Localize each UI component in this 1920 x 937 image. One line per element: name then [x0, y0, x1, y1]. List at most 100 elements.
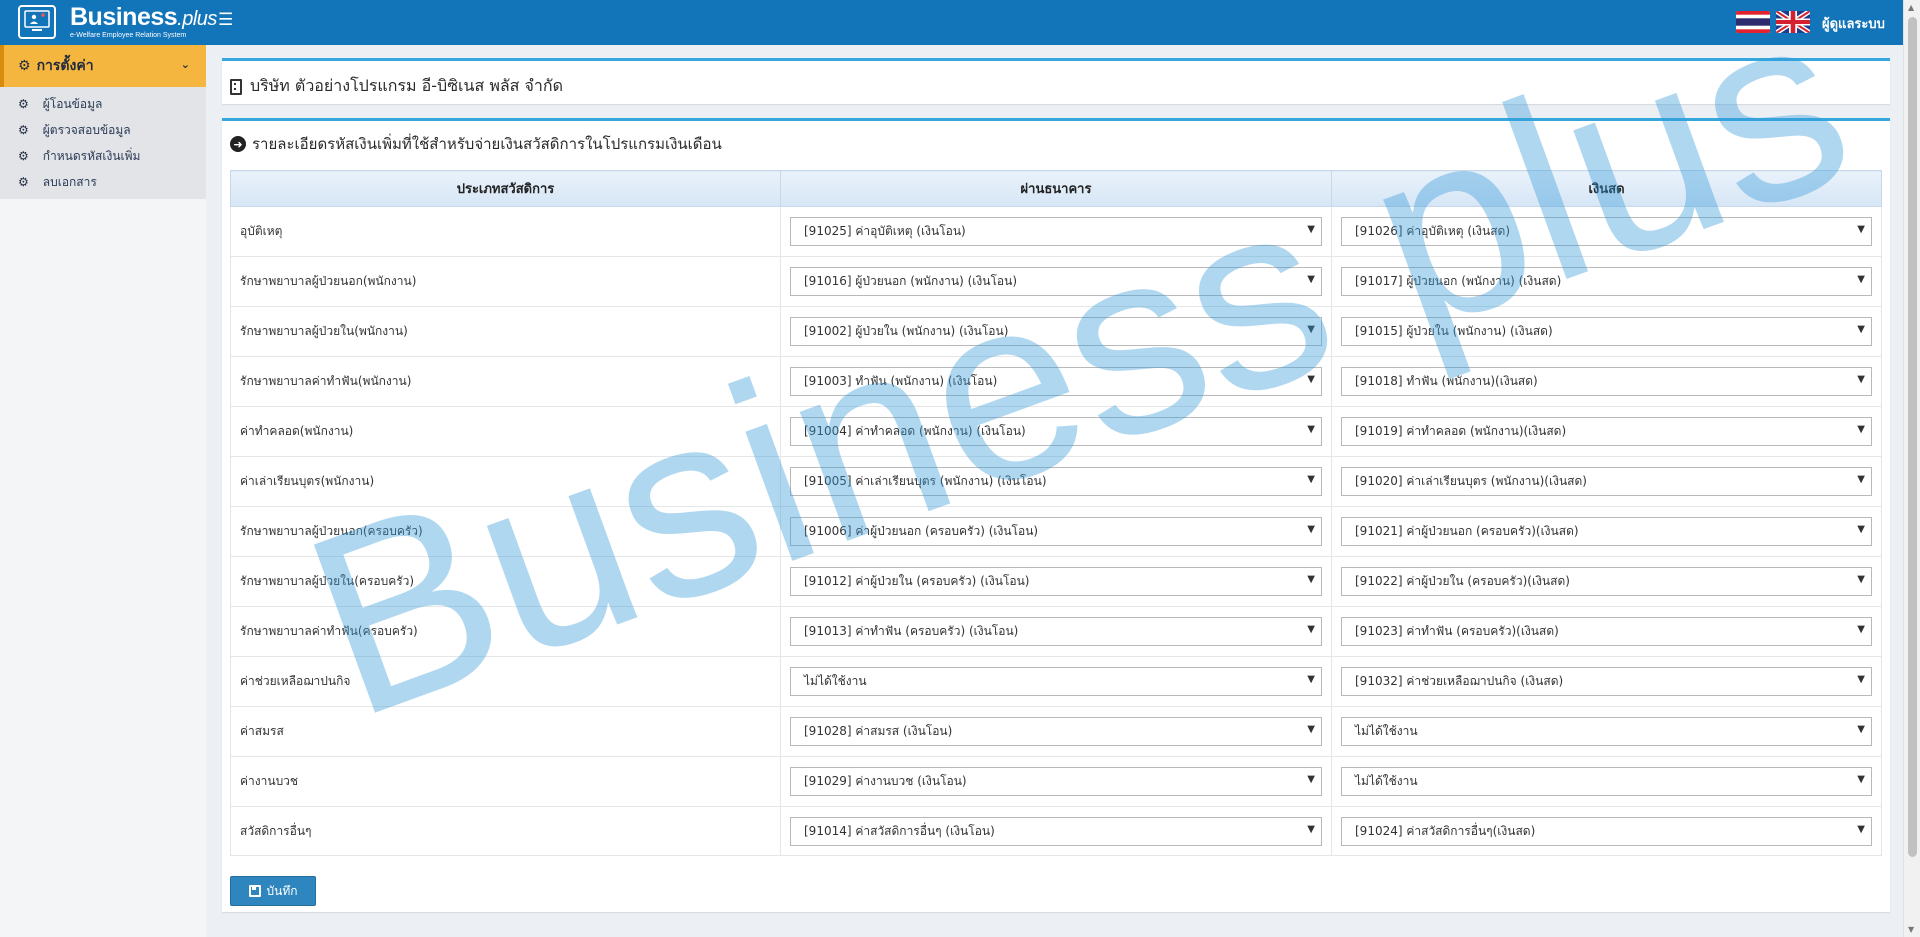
hamburger-menu-icon[interactable]: ☰ — [218, 11, 234, 29]
cash-code-select[interactable]: [91017] ผู้ป่วยนอก (พนักงาน) (เงินสด) ▼ — [1341, 267, 1872, 296]
welfare-type-cell: รักษาพยาบาลผู้ป่วยใน(พนักงาน) — [230, 306, 781, 357]
company-title: บริษัท ตัวอย่างโปรแกรม อี-บิซิเนส พลัส จ… — [230, 74, 563, 99]
cash-code-select[interactable]: [91023] ค่าทำฟัน (ครอบครัว)(เงินสด) ▼ — [1341, 617, 1872, 646]
cash-code-select[interactable]: [91020] ค่าเล่าเรียนบุตร (พนักงาน)(เงินส… — [1341, 467, 1872, 496]
bank-code-cell: [91012] ค่าผู้ป่วยใน (ครอบครัว) (เงินโอน… — [780, 556, 1332, 607]
table-row: ค่าเล่าเรียนบุตร(พนักงาน) [91005] ค่าเล่า… — [230, 456, 1882, 507]
company-name: บริษัท ตัวอย่างโปรแกรม อี-บิซิเนส พลัส จ… — [250, 76, 563, 95]
welfare-type-cell: อุบัติเหตุ — [230, 206, 781, 257]
gear-icon: ⚙ — [18, 97, 29, 111]
section-title-text: รายละเอียดรหัสเงินเพิ่มที่ใช้สำหรับจ่ายเ… — [252, 135, 722, 153]
cash-code-select[interactable]: ไม่ได้ใช้งาน ▼ — [1341, 767, 1872, 796]
welfare-type-cell: รักษาพยาบาลค่าทำฟัน(ครอบครัว) — [230, 606, 781, 657]
cash-code-select[interactable]: [91026] ค่าอุบัติเหตุ (เงินสด) ▼ — [1341, 217, 1872, 246]
selected-value: [91014] ค่าสวัสดิการอื่นๆ (เงินโอน) — [804, 823, 995, 838]
uk-flag-icon[interactable] — [1776, 11, 1810, 33]
scroll-up-arrow-icon[interactable]: ▲ — [1908, 3, 1914, 12]
dropdown-caret-icon: ▼ — [1307, 624, 1315, 635]
cash-code-cell: [91019] ค่าทำคลอด (พนักงาน)(เงินสด) ▼ — [1331, 406, 1882, 457]
selected-value: [91016] ผู้ป่วยนอก (พนักงาน) (เงินโอน) — [804, 274, 1017, 288]
cash-code-cell: [91020] ค่าเล่าเรียนบุตร (พนักงาน)(เงินส… — [1331, 456, 1882, 507]
dropdown-caret-icon: ▼ — [1857, 224, 1865, 235]
selected-value: [91017] ผู้ป่วยนอก (พนักงาน) (เงินสด) — [1355, 274, 1562, 288]
cash-code-select[interactable]: [91022] ค่าผู้ป่วยใน (ครอบครัว)(เงินสด) ▼ — [1341, 567, 1872, 596]
top-header: Business.plus e-Welfare Employee Relatio… — [0, 0, 1920, 45]
dropdown-caret-icon: ▼ — [1857, 324, 1865, 335]
selected-value: [91003] ทำฟัน (พนักงาน) (เงินโอน) — [804, 374, 998, 388]
selected-value: [91024] ค่าสวัสดิการอื่นๆ(เงินสด) — [1355, 823, 1536, 838]
selected-value: [91026] ค่าอุบัติเหตุ (เงินสด) — [1355, 224, 1510, 238]
bank-code-select[interactable]: [91006] ค่าผู้ป่วยนอก (ครอบครัว) (เงินโอ… — [790, 517, 1322, 546]
bank-code-cell: ไม่ได้ใช้งาน ▼ — [780, 656, 1332, 707]
welfare-type-cell: รักษาพยาบาลผู้ป่วยใน(ครอบครัว) — [230, 556, 781, 607]
sidebar-section-settings[interactable]: ⚙ การตั้งค่า ⌄ — [0, 45, 206, 87]
welfare-pay-code-table: ประเภทสวัสดิการ ผ่านธนาคาร เงินสด อุบัติ… — [230, 170, 1882, 856]
table-row: สวัสดิการอื่นๆ [91014] ค่าสวัสดิการอื่นๆ … — [230, 806, 1882, 856]
section-title: ➜ รายละเอียดรหัสเงินเพิ่มที่ใช้สำหรับจ่า… — [230, 132, 722, 156]
bank-code-cell: [91002] ผู้ป่วยใน (พนักงาน) (เงินโอน) ▼ — [780, 306, 1332, 357]
bank-code-select[interactable]: [91028] ค่าสมรส (เงินโอน) ▼ — [790, 717, 1322, 746]
thai-flag-icon[interactable] — [1736, 11, 1770, 33]
cogs-icon: ⚙ — [18, 58, 31, 74]
table-row: รักษาพยาบาลค่าทำฟัน(ครอบครัว) [91013] ค่า… — [230, 606, 1882, 657]
selected-value: [91023] ค่าทำฟัน (ครอบครัว)(เงินสด) — [1355, 624, 1559, 638]
bank-code-select[interactable]: ไม่ได้ใช้งาน ▼ — [790, 667, 1322, 696]
bank-code-select[interactable]: [91002] ผู้ป่วยใน (พนักงาน) (เงินโอน) ▼ — [790, 317, 1322, 346]
cash-code-select[interactable]: [91019] ค่าทำคลอด (พนักงาน)(เงินสด) ▼ — [1341, 417, 1872, 446]
sidebar-section-label: การตั้งค่า — [36, 58, 94, 74]
sidebar-item-label: ลบเอกสาร — [42, 174, 97, 189]
sidebar-item-delete-documents[interactable]: ⚙ ลบเอกสาร — [0, 169, 206, 195]
user-menu[interactable]: ผู้ดูแลระบบ — [1822, 13, 1885, 34]
selected-value: [91018] ทำฟัน (พนักงาน)(เงินสด) — [1355, 374, 1538, 388]
logo-title: Business.plus — [70, 3, 217, 31]
sidebar-item-label: ผู้โอนข้อมูล — [42, 96, 103, 111]
selected-value: [91002] ผู้ป่วยใน (พนักงาน) (เงินโอน) — [804, 324, 1009, 338]
selected-value: [91012] ค่าผู้ป่วยใน (ครอบครัว) (เงินโอน… — [804, 574, 1030, 588]
column-header-cash: เงินสด — [1331, 170, 1882, 207]
table-row: รักษาพยาบาลผู้ป่วยนอก(ครอบครัว) [91006] ค… — [230, 506, 1882, 557]
table-header-row: ประเภทสวัสดิการ ผ่านธนาคาร เงินสด — [230, 170, 1882, 207]
cash-code-cell: [91018] ทำฟัน (พนักงาน)(เงินสด) ▼ — [1331, 356, 1882, 407]
bank-code-select[interactable]: [91029] ค่างานบวช (เงินโอน) ▼ — [790, 767, 1322, 796]
welfare-type-cell: สวัสดิการอื่นๆ — [230, 806, 781, 856]
logo-monitor-icon — [18, 5, 56, 39]
cash-code-select[interactable]: ไม่ได้ใช้งาน ▼ — [1341, 717, 1872, 746]
app-logo[interactable]: Business.plus e-Welfare Employee Relatio… — [18, 4, 217, 40]
table-row: ค่างานบวช [91029] ค่างานบวช (เงินโอน) ▼ ไม่… — [230, 756, 1882, 807]
bank-code-select[interactable]: [91004] ค่าทำคลอด (พนักงาน) (เงินโอน) ▼ — [790, 417, 1322, 446]
cash-code-select[interactable]: [91024] ค่าสวัสดิการอื่นๆ(เงินสด) ▼ — [1341, 816, 1872, 846]
cash-code-select[interactable]: [91021] ค่าผู้ป่วยนอก (ครอบครัว)(เงินสด)… — [1341, 517, 1872, 546]
bank-code-select[interactable]: [91013] ค่าทำฟัน (ครอบครัว) (เงินโอน) ▼ — [790, 617, 1322, 646]
bank-code-select[interactable]: [91025] ค่าอุบัติเหตุ (เงินโอน) ▼ — [790, 217, 1322, 246]
bank-code-select[interactable]: [91014] ค่าสวัสดิการอื่นๆ (เงินโอน) ▼ — [790, 816, 1322, 846]
bank-code-select[interactable]: [91003] ทำฟัน (พนักงาน) (เงินโอน) ▼ — [790, 367, 1322, 396]
bank-code-select[interactable]: [91005] ค่าเล่าเรียนบุตร (พนักงาน) (เงิน… — [790, 467, 1322, 496]
table-row: รักษาพยาบาลผู้ป่วยใน(ครอบครัว) [91012] ค่… — [230, 556, 1882, 607]
bank-code-select[interactable]: [91016] ผู้ป่วยนอก (พนักงาน) (เงินโอน) ▼ — [790, 267, 1322, 296]
cash-code-cell: [91024] ค่าสวัสดิการอื่นๆ(เงินสด) ▼ — [1331, 806, 1882, 856]
dropdown-caret-icon: ▼ — [1307, 274, 1315, 285]
bank-code-cell: [91013] ค่าทำฟัน (ครอบครัว) (เงินโอน) ▼ — [780, 606, 1332, 657]
table-row: รักษาพยาบาลผู้ป่วยใน(พนักงาน) [91002] ผู้… — [230, 306, 1882, 357]
welfare-type-cell: ค่าทำคลอด(พนักงาน) — [230, 406, 781, 457]
dropdown-caret-icon: ▼ — [1307, 823, 1315, 835]
bank-code-select[interactable]: [91012] ค่าผู้ป่วยใน (ครอบครัว) (เงินโอน… — [790, 567, 1322, 596]
scrollbar-thumb[interactable] — [1908, 17, 1917, 857]
welfare-type-cell: รักษาพยาบาลผู้ป่วยนอก(ครอบครัว) — [230, 506, 781, 557]
cash-code-cell: [91017] ผู้ป่วยนอก (พนักงาน) (เงินสด) ▼ — [1331, 256, 1882, 307]
sidebar-item-additional-pay-codes[interactable]: ⚙ กำหนดรหัสเงินเพิ่ม — [0, 143, 206, 169]
page-scrollbar[interactable]: ▲ ▼ — [1903, 0, 1920, 937]
save-button[interactable]: บันทึก — [230, 876, 316, 906]
cash-code-select[interactable]: [91015] ผู้ป่วยใน (พนักงาน) (เงินสด) ▼ — [1341, 317, 1872, 346]
selected-value: [91019] ค่าทำคลอด (พนักงาน)(เงินสด) — [1355, 424, 1567, 438]
scroll-down-arrow-icon[interactable]: ▼ — [1908, 925, 1914, 934]
cash-code-select[interactable]: [91018] ทำฟัน (พนักงาน)(เงินสด) ▼ — [1341, 367, 1872, 396]
sidebar-item-reviewer[interactable]: ⚙ ผู้ตรวจสอบข้อมูล — [0, 117, 206, 143]
table-row: ค่าสมรส [91028] ค่าสมรส (เงินโอน) ▼ ไม่ได้ใ… — [230, 706, 1882, 757]
gear-icon: ⚙ — [18, 175, 29, 189]
selected-value: [91025] ค่าอุบัติเหตุ (เงินโอน) — [804, 224, 966, 238]
sidebar-item-transferor[interactable]: ⚙ ผู้โอนข้อมูล — [0, 91, 206, 117]
cash-code-select[interactable]: [91032] ค่าช่วยเหลือฌาปนกิจ (เงินสด) ▼ — [1341, 667, 1872, 696]
bank-code-cell: [91006] ค่าผู้ป่วยนอก (ครอบครัว) (เงินโอ… — [780, 506, 1332, 557]
column-header-welfare-type: ประเภทสวัสดิการ — [230, 170, 781, 207]
